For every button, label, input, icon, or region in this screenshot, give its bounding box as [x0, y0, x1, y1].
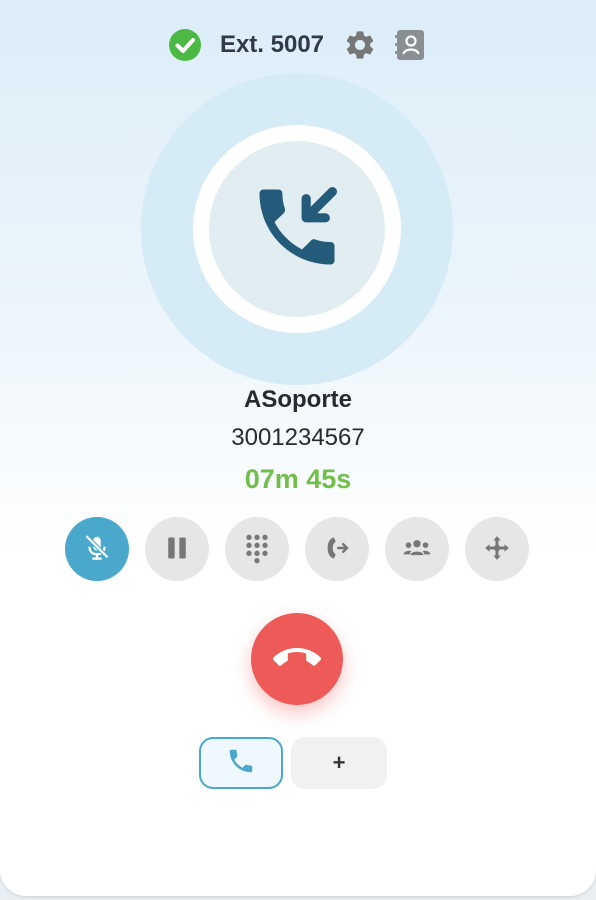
microphone-muted-icon [82, 533, 112, 566]
check-circle-icon [168, 28, 202, 62]
move-arrows-icon [482, 533, 512, 566]
mute-button[interactable] [65, 517, 129, 581]
hang-up-icon [272, 634, 321, 685]
header: Ext. 5007 [0, 25, 596, 65]
add-line-button[interactable]: + [291, 737, 387, 789]
contacts-book-icon[interactable] [392, 27, 428, 63]
call-controls [65, 517, 531, 581]
keypad-button[interactable] [225, 517, 289, 581]
call-duration: 07m 45s [244, 464, 352, 494]
extension-label: Ext. 5007 [219, 31, 325, 58]
phone-icon [226, 746, 256, 781]
hang-up-button[interactable] [251, 613, 343, 705]
call-transfer-icon [322, 533, 352, 566]
group-icon [400, 531, 434, 568]
softphone-panel: Ext. 5007 ASoporte 3001234567 07m 45s + [0, 0, 596, 896]
active-line-tab[interactable] [199, 737, 283, 789]
pause-icon [163, 534, 191, 565]
conference-button[interactable] [385, 517, 449, 581]
call-avatar [209, 141, 385, 317]
caller-name: ASoporte [244, 386, 352, 413]
transfer-button[interactable] [305, 517, 369, 581]
gear-icon[interactable] [342, 27, 378, 63]
dialpad-icon [241, 532, 273, 567]
hold-button[interactable] [145, 517, 209, 581]
incoming-call-icon [247, 177, 347, 282]
move-button[interactable] [465, 517, 529, 581]
caller-number: 3001234567 [231, 424, 365, 451]
